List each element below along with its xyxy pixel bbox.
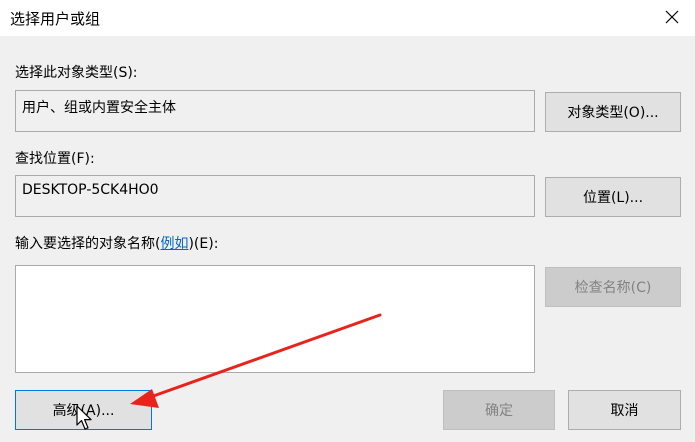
ok-button[interactable]: 确定 xyxy=(443,390,555,430)
object-types-button[interactable]: 对象类型(O)... xyxy=(545,92,681,132)
names-label-prefix: 输入要选择的对象名称( xyxy=(15,236,161,252)
location-label: 查找位置(F): xyxy=(15,151,95,167)
object-type-field: 用户、组或内置安全主体 xyxy=(15,90,535,132)
object-names-input[interactable] xyxy=(15,265,535,373)
names-label: 输入要选择的对象名称(例如)(E): xyxy=(15,233,218,253)
location-field: DESKTOP-5CK4HO0 xyxy=(15,175,535,217)
check-names-button[interactable]: 检查名称(C) xyxy=(545,267,681,307)
cancel-button[interactable]: 取消 xyxy=(568,390,681,430)
close-button[interactable] xyxy=(649,0,695,34)
mouse-cursor-icon xyxy=(76,405,92,430)
locations-button[interactable]: 位置(L)... xyxy=(545,177,681,217)
names-label-suffix: )(E): xyxy=(188,236,219,252)
close-icon xyxy=(665,10,679,24)
object-type-label: 选择此对象类型(S): xyxy=(15,65,138,81)
window-title: 选择用户或组 xyxy=(10,10,101,28)
examples-link[interactable]: 例如 xyxy=(160,236,188,252)
title-bar: 选择用户或组 xyxy=(0,0,695,36)
